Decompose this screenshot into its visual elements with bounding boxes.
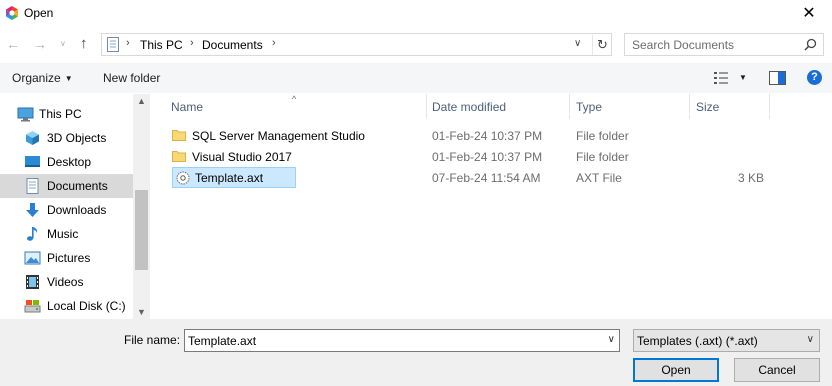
sidebar-item-label: 3D Objects	[47, 131, 107, 145]
file-date: 01-Feb-24 10:37 PM	[432, 150, 543, 164]
sidebar-item-videos[interactable]: Videos	[0, 270, 133, 294]
sort-ascending-icon: ^	[292, 94, 297, 104]
file-date: 07-Feb-24 11:54 AM	[432, 171, 541, 185]
app-logo-icon	[6, 6, 18, 20]
pc-icon	[17, 107, 34, 122]
close-button[interactable]: ✕	[786, 0, 832, 26]
picture-icon	[24, 251, 41, 265]
sidebar-item-this-pc[interactable]: This PC	[0, 102, 133, 126]
dialog-footer: File name: Template.axt ∨ Templates (.ax…	[0, 319, 832, 386]
file-name: Template.axt	[195, 171, 264, 185]
document-icon	[26, 178, 39, 194]
axt-file-icon	[176, 171, 190, 185]
column-divider[interactable]	[426, 94, 427, 119]
command-toolbar: Organize ▼ New folder ▼ ?	[0, 63, 832, 93]
forward-arrow-icon[interactable]: →	[33, 36, 47, 52]
recent-locations-icon[interactable]: ∨	[60, 39, 66, 48]
sidebar-item-3d-objects[interactable]: 3D Objects	[0, 126, 133, 150]
address-row: ← → ∨ ↑ › This PC › Documents › ∨ ↻ Sear…	[0, 30, 832, 60]
sidebar-item-pictures[interactable]: Pictures	[0, 246, 133, 270]
file-list: ^ Name Date modified Type Size SQL Serve…	[150, 94, 832, 319]
organize-button[interactable]: Organize ▼	[12, 71, 73, 85]
search-placeholder: Search Documents	[632, 38, 735, 52]
column-header-date-modified[interactable]: Date modified	[432, 94, 506, 119]
search-icon	[804, 38, 817, 51]
scroll-up-icon[interactable]: ▲	[137, 96, 146, 106]
preview-pane-icon[interactable]	[769, 71, 786, 85]
view-options-caret-icon[interactable]: ▼	[739, 73, 747, 82]
column-header-type[interactable]: Type	[576, 94, 602, 119]
file-date: 01-Feb-24 10:37 PM	[432, 129, 543, 143]
sidebar-item-local-disk[interactable]: Local Disk (C:)	[0, 294, 133, 318]
desktop-icon	[25, 156, 40, 167]
close-icon: ✕	[802, 5, 816, 22]
address-dropdown-icon[interactable]: ∨	[574, 38, 581, 49]
file-name-input[interactable]: Template.axt ∨	[184, 329, 620, 352]
sidebar-item-downloads[interactable]: Downloads	[0, 198, 133, 222]
sidebar-item-label: Local Disk (C:)	[47, 299, 126, 313]
sidebar-item-label: Downloads	[47, 203, 107, 217]
address-bar[interactable]: › This PC › Documents › ∨ ↻	[101, 33, 612, 56]
sidebar-item-label: Videos	[47, 275, 84, 289]
sidebar-item-label: Pictures	[47, 251, 91, 265]
caret-down-icon: ▼	[64, 74, 73, 83]
file-type: AXT File	[576, 171, 622, 185]
file-type: File folder	[576, 129, 629, 143]
folder-icon	[172, 130, 186, 141]
file-name: Visual Studio 2017	[192, 150, 292, 164]
music-icon	[27, 227, 38, 241]
document-location-icon	[107, 37, 119, 52]
column-divider[interactable]	[689, 94, 690, 119]
navigation-scrollbar[interactable]: ▲ ▼	[133, 94, 150, 319]
disk-icon	[24, 300, 41, 313]
breadcrumb-separator-icon: ›	[126, 37, 130, 49]
search-input[interactable]: Search Documents	[624, 33, 824, 56]
breadcrumb-separator-icon[interactable]: ›	[272, 37, 276, 49]
window-title: Open	[24, 6, 54, 20]
back-arrow-icon[interactable]: ←	[6, 36, 20, 52]
cancel-button[interactable]: Cancel	[734, 358, 820, 382]
folder-icon	[172, 151, 186, 162]
title-bar: Open ✕	[0, 0, 832, 26]
column-header-size[interactable]: Size	[696, 94, 719, 119]
organize-label: Organize	[12, 71, 61, 85]
file-name-label: File name:	[124, 333, 181, 347]
sidebar-item-label: Music	[47, 227, 79, 241]
cube-icon	[26, 131, 39, 145]
file-type-select[interactable]: Templates (.axt) (*.axt) ∨	[633, 329, 820, 352]
sidebar-item-music[interactable]: Music	[0, 222, 133, 246]
breadcrumb-documents[interactable]: Documents	[202, 38, 263, 52]
up-arrow-icon[interactable]: ↑	[80, 35, 88, 52]
file-type-value: Templates (.axt) (*.axt)	[637, 334, 758, 348]
video-icon	[26, 275, 39, 289]
open-button[interactable]: Open	[633, 358, 719, 382]
scroll-down-icon[interactable]: ▼	[137, 307, 146, 317]
download-icon	[26, 203, 39, 217]
help-icon[interactable]: ?	[807, 70, 822, 85]
new-folder-button[interactable]: New folder	[103, 71, 160, 85]
file-type-dropdown-icon: ∨	[806, 334, 814, 345]
sidebar-item-label: Desktop	[47, 155, 92, 169]
file-name-dropdown-icon[interactable]: ∨	[608, 334, 615, 345]
refresh-icon[interactable]: ↻	[592, 35, 612, 55]
sidebar-item-label: Documents	[47, 179, 108, 193]
file-size: 3 KB	[738, 171, 765, 185]
view-options-icon[interactable]	[714, 72, 732, 84]
column-divider[interactable]	[769, 94, 770, 119]
file-type: File folder	[576, 150, 629, 164]
sidebar-item-desktop[interactable]: Desktop	[0, 150, 133, 174]
file-name-value: Template.axt	[188, 334, 257, 348]
navigation-pane: This PC 3D Objects Desktop Documents Dow…	[0, 94, 150, 319]
breadcrumb-separator-icon: ›	[190, 37, 194, 49]
file-name: SQL Server Management Studio	[192, 129, 365, 143]
breadcrumb-this-pc[interactable]: This PC	[140, 38, 183, 52]
column-header-name[interactable]: Name	[171, 94, 203, 119]
scrollbar-thumb[interactable]	[135, 190, 148, 270]
column-divider[interactable]	[569, 94, 570, 119]
sidebar-item-label: This PC	[39, 107, 82, 121]
sidebar-item-documents[interactable]: Documents	[0, 174, 133, 198]
